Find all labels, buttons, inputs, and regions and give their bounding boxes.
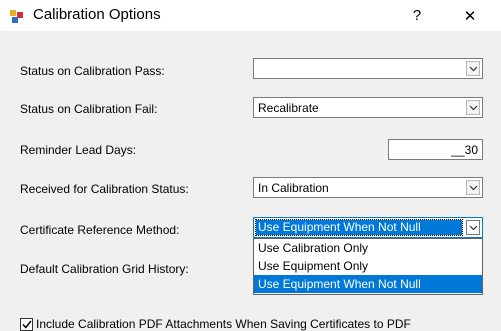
status-pass-combo[interactable] <box>253 58 483 79</box>
grid-history-label: Default Calibration Grid History: <box>20 262 189 276</box>
title-bar: Calibration Options ? ✕ <box>0 0 501 31</box>
window-title: Calibration Options <box>33 6 161 23</box>
dropdown-option[interactable]: Use Equipment Only <box>254 257 482 275</box>
cert-ref-label: Certificate Reference Method: <box>20 223 180 237</box>
cert-ref-combo[interactable]: Use Equipment When Not Null <box>253 217 483 238</box>
dropdown-option[interactable]: Use Calibration Only <box>254 239 482 257</box>
include-pdf-label[interactable]: Include Calibration PDF Attachments When… <box>36 317 411 331</box>
include-pdf-checkbox[interactable] <box>20 318 33 331</box>
status-fail-label: Status on Calibration Fail: <box>20 102 158 116</box>
received-status-combo[interactable]: In Calibration <box>253 177 483 198</box>
cert-ref-dropdown-list: Use Calibration Only Use Equipment Only … <box>253 238 483 295</box>
reminder-label: Reminder Lead Days: <box>20 143 137 157</box>
help-button[interactable]: ? <box>394 0 440 31</box>
chevron-down-icon[interactable] <box>466 180 480 195</box>
checkmark-icon <box>21 320 32 329</box>
status-pass-label: Status on Calibration Pass: <box>20 64 165 78</box>
chevron-down-icon[interactable] <box>466 61 480 76</box>
status-fail-value: Recalibrate <box>258 101 319 115</box>
app-icon <box>10 10 23 23</box>
status-fail-combo[interactable]: Recalibrate <box>253 97 483 118</box>
chevron-down-icon[interactable] <box>466 220 480 235</box>
chevron-down-icon[interactable] <box>466 100 480 115</box>
dropdown-option-selected[interactable]: Use Equipment When Not Null <box>254 275 482 293</box>
reminder-days-input[interactable]: __30 <box>388 139 483 160</box>
close-button[interactable]: ✕ <box>447 0 493 31</box>
received-status-label: Received for Calibration Status: <box>20 182 189 196</box>
received-status-value: In Calibration <box>258 181 329 195</box>
cert-ref-value: Use Equipment When Not Null <box>255 219 463 236</box>
reminder-days-value: __30 <box>451 143 478 157</box>
